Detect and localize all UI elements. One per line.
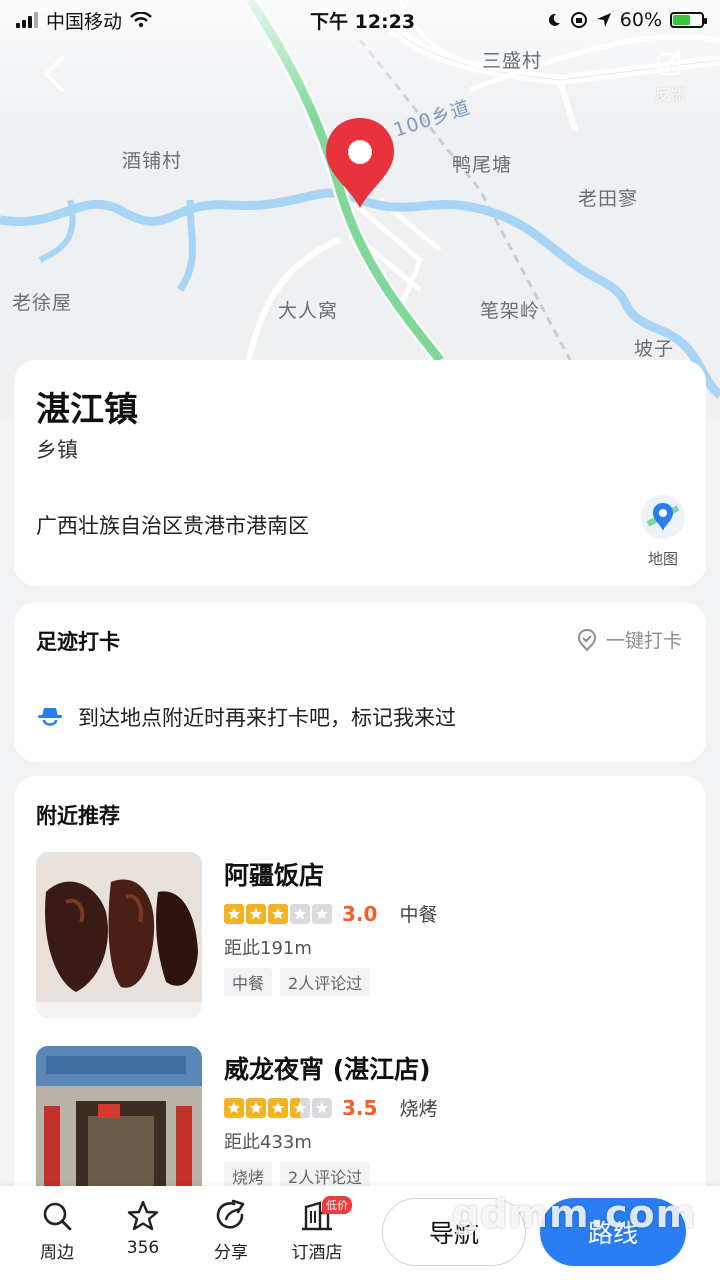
watermark: gdmm.com <box>452 1192 697 1236</box>
feedback-label: 反馈 <box>654 86 685 104</box>
status-bar: 中国移动 下午 12:23 60% <box>0 0 720 40</box>
restaurant-photo <box>36 1046 202 1206</box>
rotation-lock-icon <box>570 12 587 28</box>
low-price-badge: 低价 <box>322 1196 352 1214</box>
map-button[interactable]: 地图 <box>638 494 688 569</box>
map-label: 鸭尾塘 <box>452 154 513 176</box>
clock: 下午 12:23 <box>310 10 416 33</box>
battery-icon <box>670 12 707 28</box>
moon-icon <box>548 13 560 26</box>
rating-star-icon <box>312 903 332 924</box>
location-arrow-icon <box>596 13 611 27</box>
nearby-title: 附近推荐 <box>36 804 120 828</box>
rating-star-icon <box>268 1097 288 1118</box>
restaurant-name: 威龙夜宵 (湛江店) <box>224 1055 431 1084</box>
rating-star-icon <box>224 903 244 924</box>
map-button-label: 地图 <box>647 550 678 568</box>
restaurant-category: 烧烤 <box>399 1098 438 1120</box>
nearby-search-button[interactable]: 周边 <box>22 1198 92 1263</box>
nearby-item[interactable]: 威龙夜宵 (湛江店) 3.5 烧烤 距此433m 烧烤 2人评论过 <box>36 1046 686 1206</box>
search-icon <box>43 1202 72 1231</box>
share-label: 分享 <box>214 1243 248 1263</box>
map-label: 三盛村 <box>482 50 543 72</box>
share-button[interactable]: 分享 <box>196 1198 266 1263</box>
explorer-icon <box>38 708 62 726</box>
nearby-item[interactable]: 阿疆饭店 3.0 中餐 距此191m 中餐 2人评论过 <box>36 852 686 1022</box>
rating-star-icon <box>290 1097 310 1118</box>
favorite-count: 356 <box>126 1238 160 1258</box>
rating-score: 3.0 <box>342 901 378 926</box>
carrier: 中国移动 <box>46 10 123 33</box>
rating-row: 3.5 烧烤 <box>224 1094 437 1121</box>
rating-star-icon <box>290 903 310 924</box>
star-icon <box>127 1200 159 1231</box>
rating-star-icon <box>246 1097 266 1118</box>
restaurant-distance: 距此191m <box>224 938 312 959</box>
share-icon <box>216 1199 245 1229</box>
rating-stars <box>224 903 332 924</box>
place-title: 湛江镇 <box>36 390 138 430</box>
map-icon <box>641 495 685 539</box>
signal-icon <box>16 12 38 28</box>
nearby-card: 附近推荐 阿疆饭店 3.0 中餐 距此191m 中餐 2人评论过 威龙夜宵 (湛… <box>14 776 706 1206</box>
map-label: 大人窝 <box>278 300 339 322</box>
rating-star-icon <box>246 903 266 924</box>
rating-row: 3.0 中餐 <box>224 900 437 927</box>
tag: 中餐 <box>224 968 273 996</box>
favorite-button[interactable]: 356 <box>108 1198 178 1258</box>
checkin-title: 足迹打卡 <box>36 630 120 654</box>
map-label: 坡子 <box>634 338 675 360</box>
back-button[interactable] <box>36 52 76 96</box>
restaurant-category: 中餐 <box>399 904 438 926</box>
rating-stars <box>224 1097 332 1118</box>
rating-star-icon <box>224 1097 244 1118</box>
rating-star-icon <box>268 903 288 924</box>
map-view[interactable]: 三盛村 酒铺村 鸭尾塘 老田寥 大人窝 笔架岭 老徐屋 坡子 100乡道 <box>0 0 720 420</box>
checkin-button-label: 一键打卡 <box>605 630 682 652</box>
nearby-search-label: 周边 <box>40 1243 74 1263</box>
edit-icon <box>657 50 681 76</box>
place-type: 乡镇 <box>36 438 78 462</box>
restaurant-tags: 中餐 2人评论过 <box>224 968 371 996</box>
one-click-checkin-button[interactable]: 一键打卡 <box>576 626 682 653</box>
rating-star-icon <box>312 1097 332 1118</box>
restaurant-distance: 距此433m <box>224 1132 312 1153</box>
checkin-tip-text: 到达地点附近时再来打卡吧，标记我来过 <box>78 706 456 730</box>
checkin-tip: 到达地点附近时再来打卡吧，标记我来过 <box>36 702 456 732</box>
checkin-card: 足迹打卡 一键打卡 到达地点附近时再来打卡吧，标记我来过 <box>14 602 706 762</box>
restaurant-name: 阿疆饭店 <box>224 861 325 890</box>
book-hotel-button[interactable]: 低价 订酒店 <box>282 1196 352 1263</box>
place-card: 湛江镇 乡镇 广西壮族自治区贵港市港南区 地图 <box>14 360 706 586</box>
feedback-button[interactable]: 反馈 <box>650 48 690 105</box>
map-label: 老田寥 <box>578 188 639 210</box>
checkin-pin-icon <box>577 628 596 652</box>
map-label: 酒铺村 <box>122 150 183 172</box>
restaurant-photo <box>36 852 202 1018</box>
tag: 2人评论过 <box>280 968 371 996</box>
map-label: 笔架岭 <box>480 300 541 322</box>
rating-score: 3.5 <box>342 1095 378 1120</box>
battery-percent: 60% <box>619 9 662 31</box>
map-label: 老徐屋 <box>12 292 73 314</box>
wifi-icon <box>130 12 152 28</box>
book-hotel-label: 订酒店 <box>291 1243 343 1263</box>
place-address: 广西壮族自治区贵港市港南区 <box>36 514 309 538</box>
